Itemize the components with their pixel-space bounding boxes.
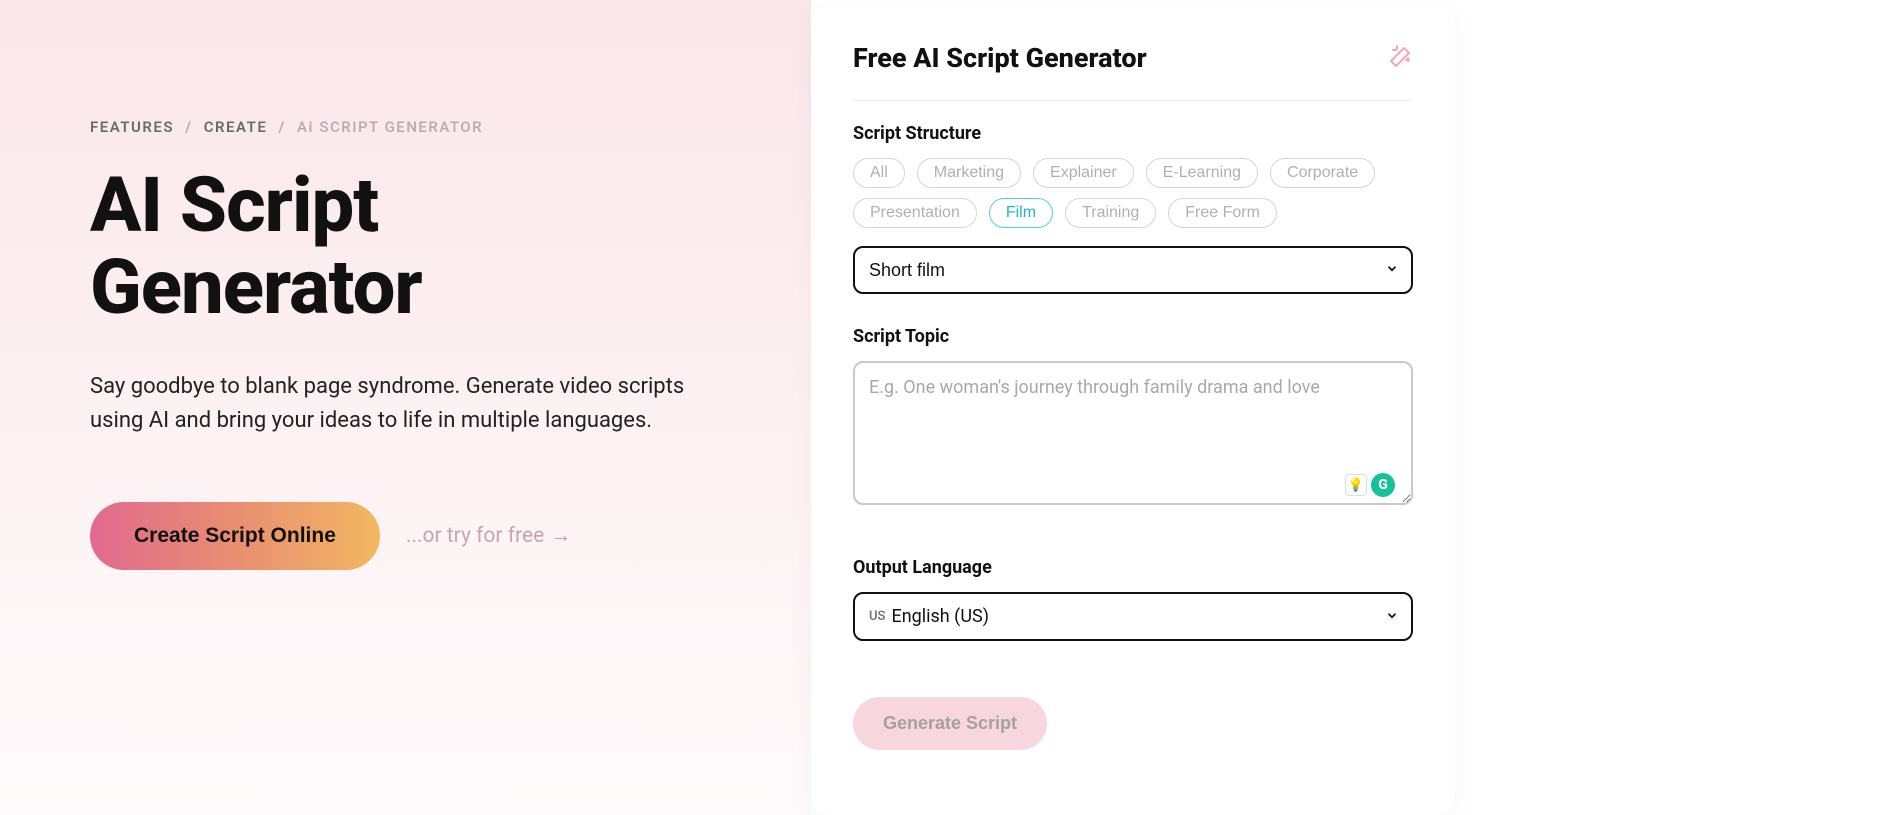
breadcrumb-create[interactable]: CREATE <box>204 118 268 136</box>
magic-wand-icon <box>1389 44 1413 72</box>
lightbulb-icon[interactable]: 💡 <box>1345 474 1367 496</box>
chip-free-form[interactable]: Free Form <box>1168 198 1277 228</box>
breadcrumb-current: AI SCRIPT GENERATOR <box>297 118 483 136</box>
topic-wrap: 💡 G <box>853 361 1413 521</box>
card-header: Free AI Script Generator <box>853 42 1413 101</box>
breadcrumb: FEATURES / CREATE / AI SCRIPT GENERATOR <box>90 118 721 136</box>
try-free-link[interactable]: ...or try for free → <box>406 524 571 548</box>
structure-select-wrap: Short film <box>853 246 1413 294</box>
topic-textarea[interactable] <box>853 361 1413 505</box>
chip-corporate[interactable]: Corporate <box>1270 158 1375 188</box>
breadcrumb-sep: / <box>279 118 286 136</box>
breadcrumb-features[interactable]: FEATURES <box>90 118 174 136</box>
card-title: Free AI Script Generator <box>853 42 1147 74</box>
try-free-label: ...or try for free <box>406 524 544 548</box>
chip-presentation[interactable]: Presentation <box>853 198 977 228</box>
generator-card: Free AI Script Generator Script Structur… <box>811 6 1455 815</box>
grammarly-icon[interactable]: G <box>1371 473 1395 497</box>
language-select[interactable]: US English (US) <box>853 592 1413 641</box>
arrow-right-icon: → <box>550 524 571 548</box>
chip-marketing[interactable]: Marketing <box>917 158 1021 188</box>
language-select-wrap: US English (US) <box>853 592 1413 641</box>
chip-all[interactable]: All <box>853 158 905 188</box>
chip-e-learning[interactable]: E-Learning <box>1146 158 1258 188</box>
language-value: English (US) <box>891 606 989 627</box>
cta-row: Create Script Online ...or try for free … <box>90 502 721 570</box>
structure-label: Script Structure <box>853 123 1413 144</box>
generate-script-button[interactable]: Generate Script <box>853 697 1047 750</box>
language-prefix: US <box>869 609 885 624</box>
create-script-button[interactable]: Create Script Online <box>90 502 380 570</box>
chip-training[interactable]: Training <box>1065 198 1156 228</box>
structure-chips: All Marketing Explainer E-Learning Corporate… <box>853 158 1413 228</box>
language-label: Output Language <box>853 557 1413 578</box>
breadcrumb-sep: / <box>185 118 192 136</box>
topic-label: Script Topic <box>853 326 1413 347</box>
right-region: Free AI Script Generator Script Structur… <box>811 0 1893 815</box>
hero-section: FEATURES / CREATE / AI SCRIPT GENERATOR … <box>0 0 811 815</box>
page-title: AI Script Generator <box>90 164 721 328</box>
chip-film[interactable]: Film <box>989 198 1053 228</box>
structure-select[interactable]: Short film <box>853 246 1413 294</box>
textarea-badges: 💡 G <box>1345 473 1395 497</box>
chip-explainer[interactable]: Explainer <box>1033 158 1134 188</box>
page-subtitle: Say goodbye to blank page syndrome. Gene… <box>90 370 720 438</box>
